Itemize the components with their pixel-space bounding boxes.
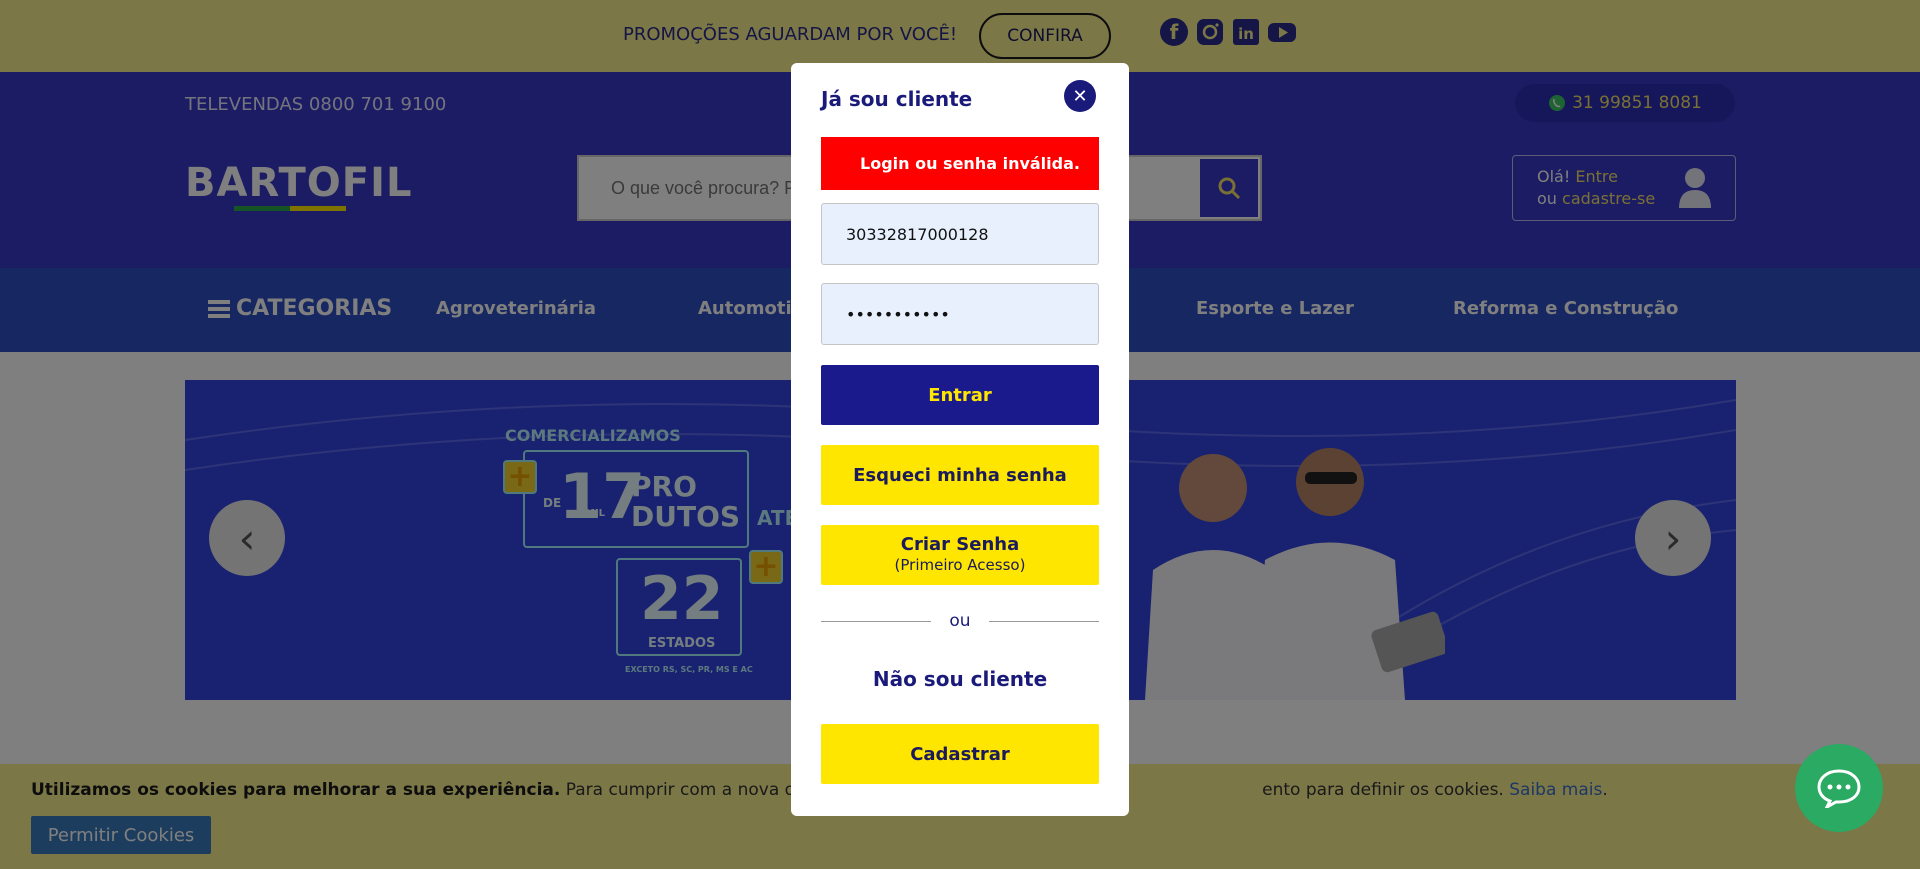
chat-icon — [1817, 769, 1861, 808]
create-password-button[interactable]: Criar Senha (Primeiro Acesso) — [821, 525, 1099, 585]
or-divider: ou — [821, 611, 1099, 631]
close-button[interactable]: ✕ — [1064, 80, 1096, 112]
password-field[interactable] — [821, 283, 1099, 345]
chat-button[interactable] — [1795, 744, 1883, 832]
not-client-label: Não sou cliente — [872, 667, 1048, 691]
create-password-sub: (Primeiro Acesso) — [894, 556, 1026, 574]
modal-title: Já sou cliente — [821, 87, 973, 111]
error-message: Login ou senha inválida. — [821, 137, 1099, 190]
login-field[interactable] — [821, 203, 1099, 265]
forgot-password-button[interactable]: Esqueci minha senha — [821, 445, 1099, 505]
close-icon: ✕ — [1072, 85, 1088, 107]
register-button[interactable]: Cadastrar — [821, 724, 1099, 784]
login-modal: Já sou cliente ✕ Login ou senha inválida… — [791, 63, 1129, 816]
create-password-label: Criar Senha — [900, 534, 1020, 555]
enter-button[interactable]: Entrar — [821, 365, 1099, 425]
